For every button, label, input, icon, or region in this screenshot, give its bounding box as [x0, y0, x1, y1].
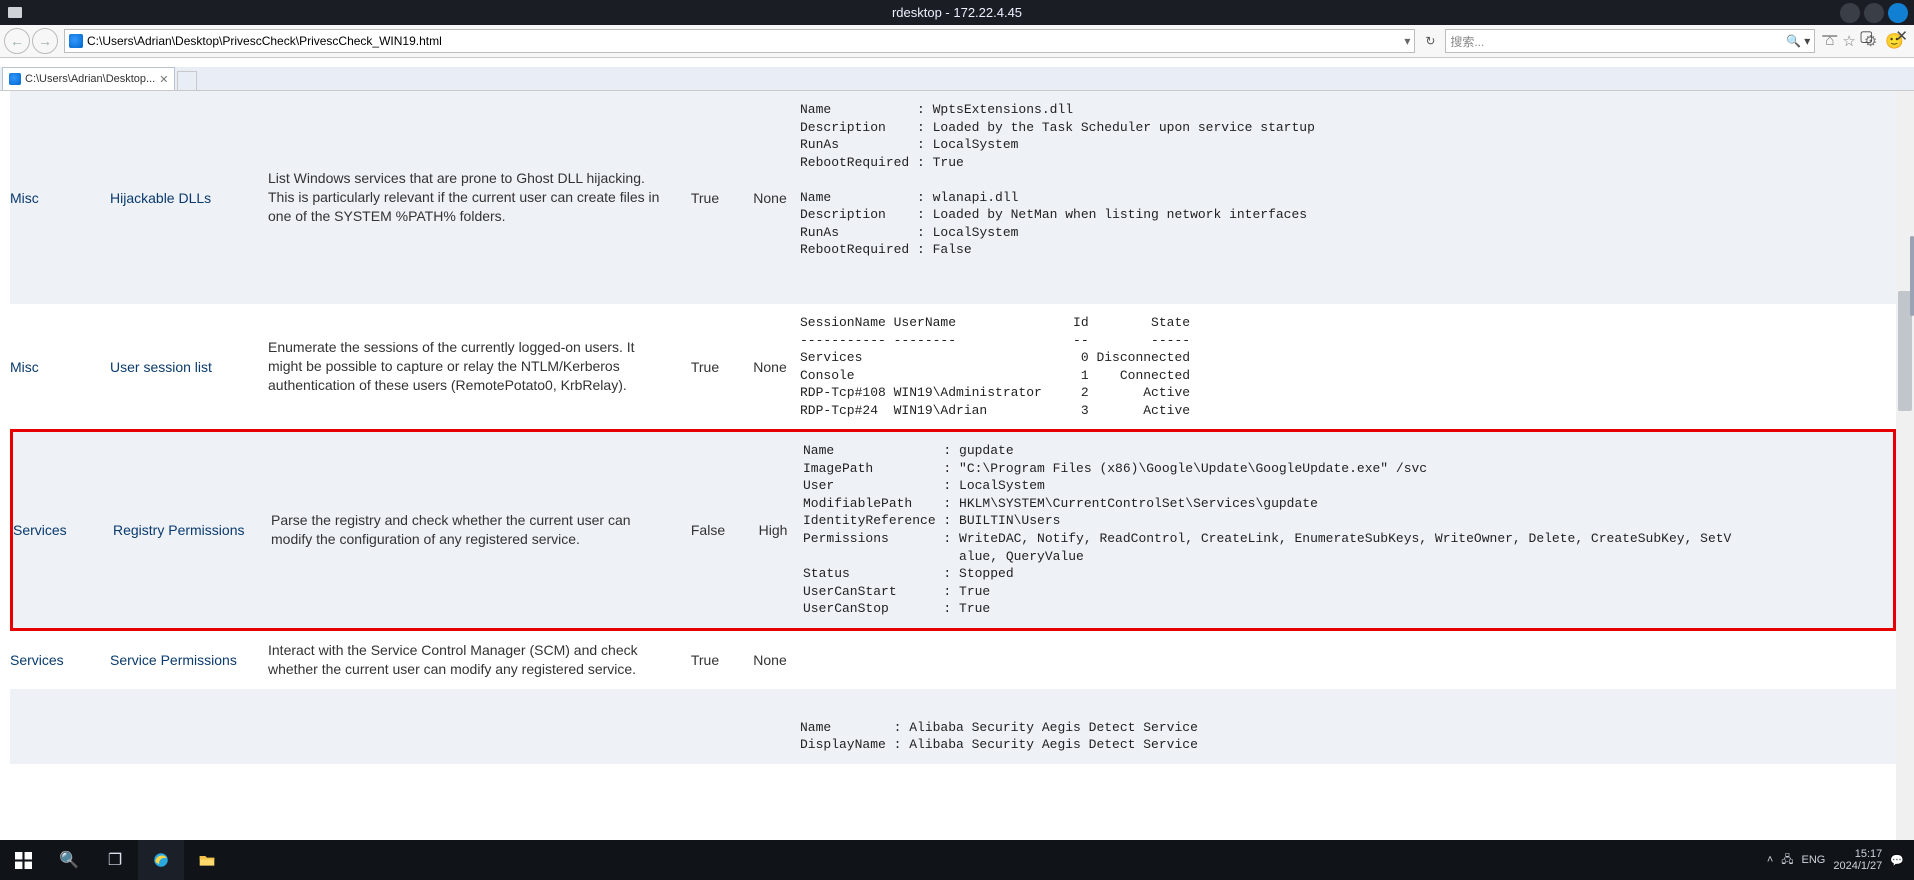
folder-icon — [198, 851, 216, 869]
rd-close-button[interactable] — [1888, 3, 1908, 23]
back-button[interactable] — [4, 28, 30, 54]
row-category: Misc — [10, 190, 110, 206]
row-name: Service Permissions — [110, 652, 260, 668]
row-output: Name : Alibaba Security Aegis Detect Ser… — [800, 689, 1896, 754]
row-severity: High — [743, 522, 803, 538]
task-view-button[interactable]: ❐ — [92, 840, 138, 880]
row-output: SessionName UserName Id State ----------… — [800, 314, 1896, 419]
row-category: Services — [10, 652, 110, 668]
page-viewport: Misc Hijackable DLLs List Windows servic… — [0, 91, 1914, 855]
windows-taskbar: 🔍 ❐ ˄ 🖧 ENG 15:17 2024/1/27 💬 — [0, 840, 1914, 880]
row-name: Registry Permissions — [113, 522, 263, 538]
row-compliant: True — [670, 190, 740, 206]
rd-minimize-button[interactable] — [1840, 3, 1860, 23]
row-description: List Windows services that are prone to … — [260, 169, 670, 226]
rdesktop-title: rdesktop - 172.22.4.45 — [892, 5, 1022, 20]
report-row-highlighted: Services Registry Permissions Parse the … — [10, 429, 1896, 630]
rdesktop-titlebar: rdesktop - 172.22.4.45 — [0, 0, 1914, 25]
rd-maximize-button[interactable] — [1864, 3, 1884, 23]
ie-close-button[interactable]: ✕ — [1895, 27, 1908, 45]
search-box[interactable]: 搜索... 🔍 ▾ — [1445, 29, 1815, 53]
search-icon[interactable]: 🔍 ▾ — [1786, 34, 1810, 48]
ie-favicon-icon — [69, 34, 83, 48]
taskbar-clock[interactable]: 15:17 2024/1/27 — [1833, 848, 1882, 872]
browser-tab[interactable]: C:\Users\Adrian\Desktop... ✕ — [2, 67, 175, 90]
row-severity: None — [740, 190, 800, 206]
row-description: Enumerate the sessions of the currently … — [260, 338, 670, 395]
forward-button[interactable] — [32, 28, 58, 54]
privesc-report: Misc Hijackable DLLs List Windows servic… — [10, 91, 1896, 764]
row-name: User session list — [110, 359, 260, 375]
report-row: Services Service Permissions Interact wi… — [10, 631, 1896, 689]
address-dropdown-icon[interactable]: ▾ — [1404, 34, 1410, 48]
row-output: Name : gupdate ImagePath : "C:\Program F… — [803, 442, 1893, 617]
report-row: Name : Alibaba Security Aegis Detect Ser… — [10, 689, 1896, 764]
ie-tabstrip: C:\Users\Adrian\Desktop... ✕ — [0, 67, 1914, 91]
tab-close-icon[interactable]: ✕ — [159, 73, 168, 86]
refresh-button[interactable]: ↻ — [1419, 30, 1441, 52]
ie-icon — [152, 851, 170, 869]
row-compliant: True — [670, 359, 740, 375]
row-category: Misc — [10, 359, 110, 375]
search-placeholder: 搜索... — [1450, 33, 1484, 50]
taskbar-explorer-button[interactable] — [184, 840, 230, 880]
row-description: Parse the registry and check whether the… — [263, 511, 673, 549]
row-name: Hijackable DLLs — [110, 190, 260, 206]
start-button[interactable] — [0, 840, 46, 880]
tray-chevron-icon[interactable]: ˄ — [1767, 854, 1773, 866]
address-text: C:\Users\Adrian\Desktop\PrivescCheck\Pri… — [87, 34, 442, 48]
ie-window-controls: — ▢ ✕ — [1822, 27, 1908, 45]
tab-label: C:\Users\Adrian\Desktop... — [25, 73, 155, 85]
window-icon — [8, 7, 22, 18]
report-row: Misc User session list Enumerate the ses… — [10, 304, 1896, 429]
new-tab-button[interactable] — [177, 71, 197, 90]
row-severity: None — [740, 652, 800, 668]
outer-scrollbar-thumb[interactable] — [1910, 236, 1914, 316]
row-compliant: True — [670, 652, 740, 668]
row-output: Name : WptsExtensions.dll Description : … — [800, 101, 1896, 294]
row-severity: None — [740, 359, 800, 375]
tab-favicon-icon — [9, 73, 21, 85]
row-category: Services — [13, 522, 113, 538]
ie-minimize-button[interactable]: — — [1822, 27, 1837, 45]
clock-date: 2024/1/27 — [1833, 860, 1882, 872]
clock-time: 15:17 — [1855, 848, 1883, 860]
address-bar[interactable]: C:\Users\Adrian\Desktop\PrivescCheck\Pri… — [64, 29, 1415, 53]
windows-logo-icon — [15, 852, 32, 869]
taskbar-ie-button[interactable] — [138, 840, 184, 880]
notifications-icon[interactable]: 💬 — [1890, 854, 1904, 867]
row-compliant: False — [673, 522, 743, 538]
taskbar-search-button[interactable]: 🔍 — [46, 840, 92, 880]
ime-indicator[interactable]: ENG — [1802, 854, 1826, 866]
ie-toolbar: C:\Users\Adrian\Desktop\PrivescCheck\Pri… — [0, 25, 1914, 58]
tray-network-icon[interactable]: 🖧 — [1781, 851, 1793, 870]
row-description: Interact with the Service Control Manage… — [260, 641, 670, 679]
page-scrollbar[interactable] — [1896, 91, 1914, 855]
report-row: Misc Hijackable DLLs List Windows servic… — [10, 91, 1896, 304]
ie-maximize-button[interactable]: ▢ — [1859, 27, 1873, 45]
system-tray: ˄ 🖧 ENG 15:17 2024/1/27 💬 — [1767, 848, 1914, 872]
